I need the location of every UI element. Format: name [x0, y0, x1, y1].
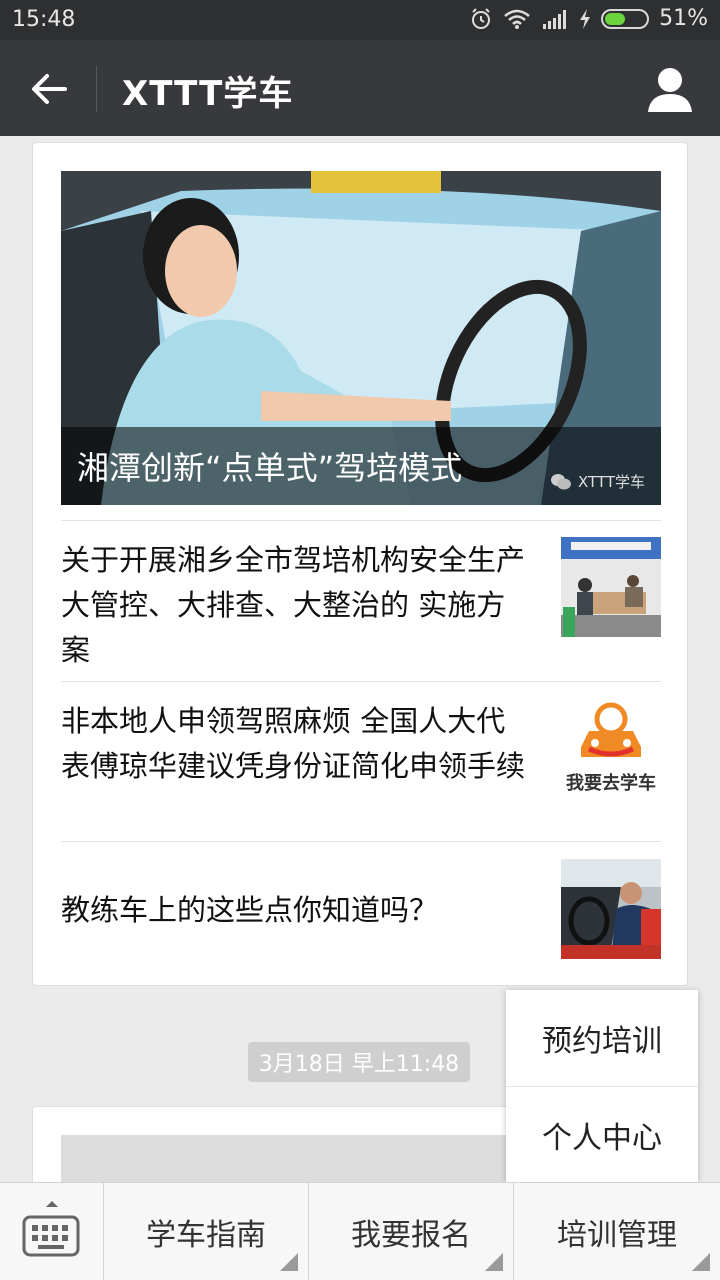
car-logo-icon — [581, 702, 641, 757]
back-button[interactable] — [22, 62, 76, 116]
arrow-left-icon — [32, 74, 67, 104]
list-item[interactable]: 关于开展湘乡全市驾培机构安全生产大管控、大排查、大整治的 实施方案 — [61, 520, 661, 681]
list-item[interactable]: 非本地人申领驾照麻烦 全国人大代表傅琼华建议凭身份证简化申领手续 我要去学车 — [61, 681, 661, 841]
page-title: XTTT学车 — [122, 74, 294, 114]
status-time: 15:48 — [12, 7, 76, 32]
hero-title: 湘潭创新“点单式”驾培模式 — [77, 449, 463, 487]
menu-button-label: 学车指南 — [146, 1218, 266, 1253]
bottom-menu-bar: 学车指南 我要报名 培训管理 — [0, 1182, 720, 1280]
driving-photo — [561, 859, 661, 959]
submenu-indicator-icon — [280, 1253, 298, 1271]
battery-percent: 51% — [659, 6, 708, 31]
timestamp-badge: 3月18日 早上11:48 — [248, 1042, 470, 1082]
menu-button-label: 培训管理 — [557, 1218, 677, 1253]
watermark-text: XTTT学车 — [578, 473, 645, 491]
keyboard-toggle-button[interactable] — [0, 1183, 104, 1280]
thumb-caption: 我要去学车 — [566, 773, 656, 794]
battery-icon — [601, 8, 650, 29]
list-item[interactable]: 教练车上的这些点你知道吗？ — [61, 841, 661, 987]
title-bar: XTTT学车 — [0, 40, 720, 136]
menu-button-signup[interactable]: 我要报名 — [309, 1183, 514, 1280]
article-card: 湘潭创新“点单式”驾培模式 XTTT学车 关于开展湘乡全市驾培机构安全生产大管控… — [32, 142, 688, 986]
wifi-icon — [504, 9, 530, 29]
menu-button-guide[interactable]: 学车指南 — [104, 1183, 309, 1280]
submenu-indicator-icon — [485, 1253, 503, 1271]
hero-watermark: XTTT学车 — [550, 471, 645, 492]
list-item-title: 非本地人申领驾照麻烦 全国人大代表傅琼华建议凭身份证简化申领手续 — [61, 704, 526, 783]
battery-fill — [605, 12, 626, 25]
menu-button-training-management[interactable]: 培训管理 — [514, 1183, 720, 1280]
menu-item-personal-center[interactable]: 个人中心 — [506, 1087, 698, 1182]
list-item-thumbnail — [561, 537, 661, 637]
menu-button-label: 我要报名 — [351, 1218, 471, 1253]
list-item-title: 教练车上的这些点你知道吗？ — [61, 893, 439, 927]
person-icon — [648, 68, 692, 112]
list-item-thumbnail — [561, 859, 661, 959]
submenu-popup: 预约培训 个人中心 — [506, 990, 698, 1182]
hero-caption: 湘潭创新“点单式”驾培模式 XTTT学车 — [61, 427, 661, 505]
alarm-icon — [472, 7, 491, 29]
keyboard-icon — [22, 1201, 80, 1257]
submenu-indicator-icon — [692, 1253, 710, 1271]
signal-icon — [543, 9, 567, 29]
meeting-photo — [561, 537, 661, 637]
list-item-title: 关于开展湘乡全市驾培机构安全生产大管控、大排查、大整治的 实施方案 — [61, 543, 526, 667]
hero-article[interactable]: 湘潭创新“点单式”驾培模式 XTTT学车 — [61, 171, 661, 505]
menu-item-book-training[interactable]: 预约培训 — [506, 990, 698, 1086]
wechat-icon — [551, 473, 572, 489]
title-divider — [96, 66, 97, 112]
list-item-thumbnail: 我要去学车 — [561, 699, 661, 799]
status-icons: 51% — [469, 6, 708, 31]
profile-button[interactable] — [646, 64, 694, 114]
status-bar: 15:48 51% — [0, 0, 720, 40]
charging-icon — [580, 8, 591, 29]
